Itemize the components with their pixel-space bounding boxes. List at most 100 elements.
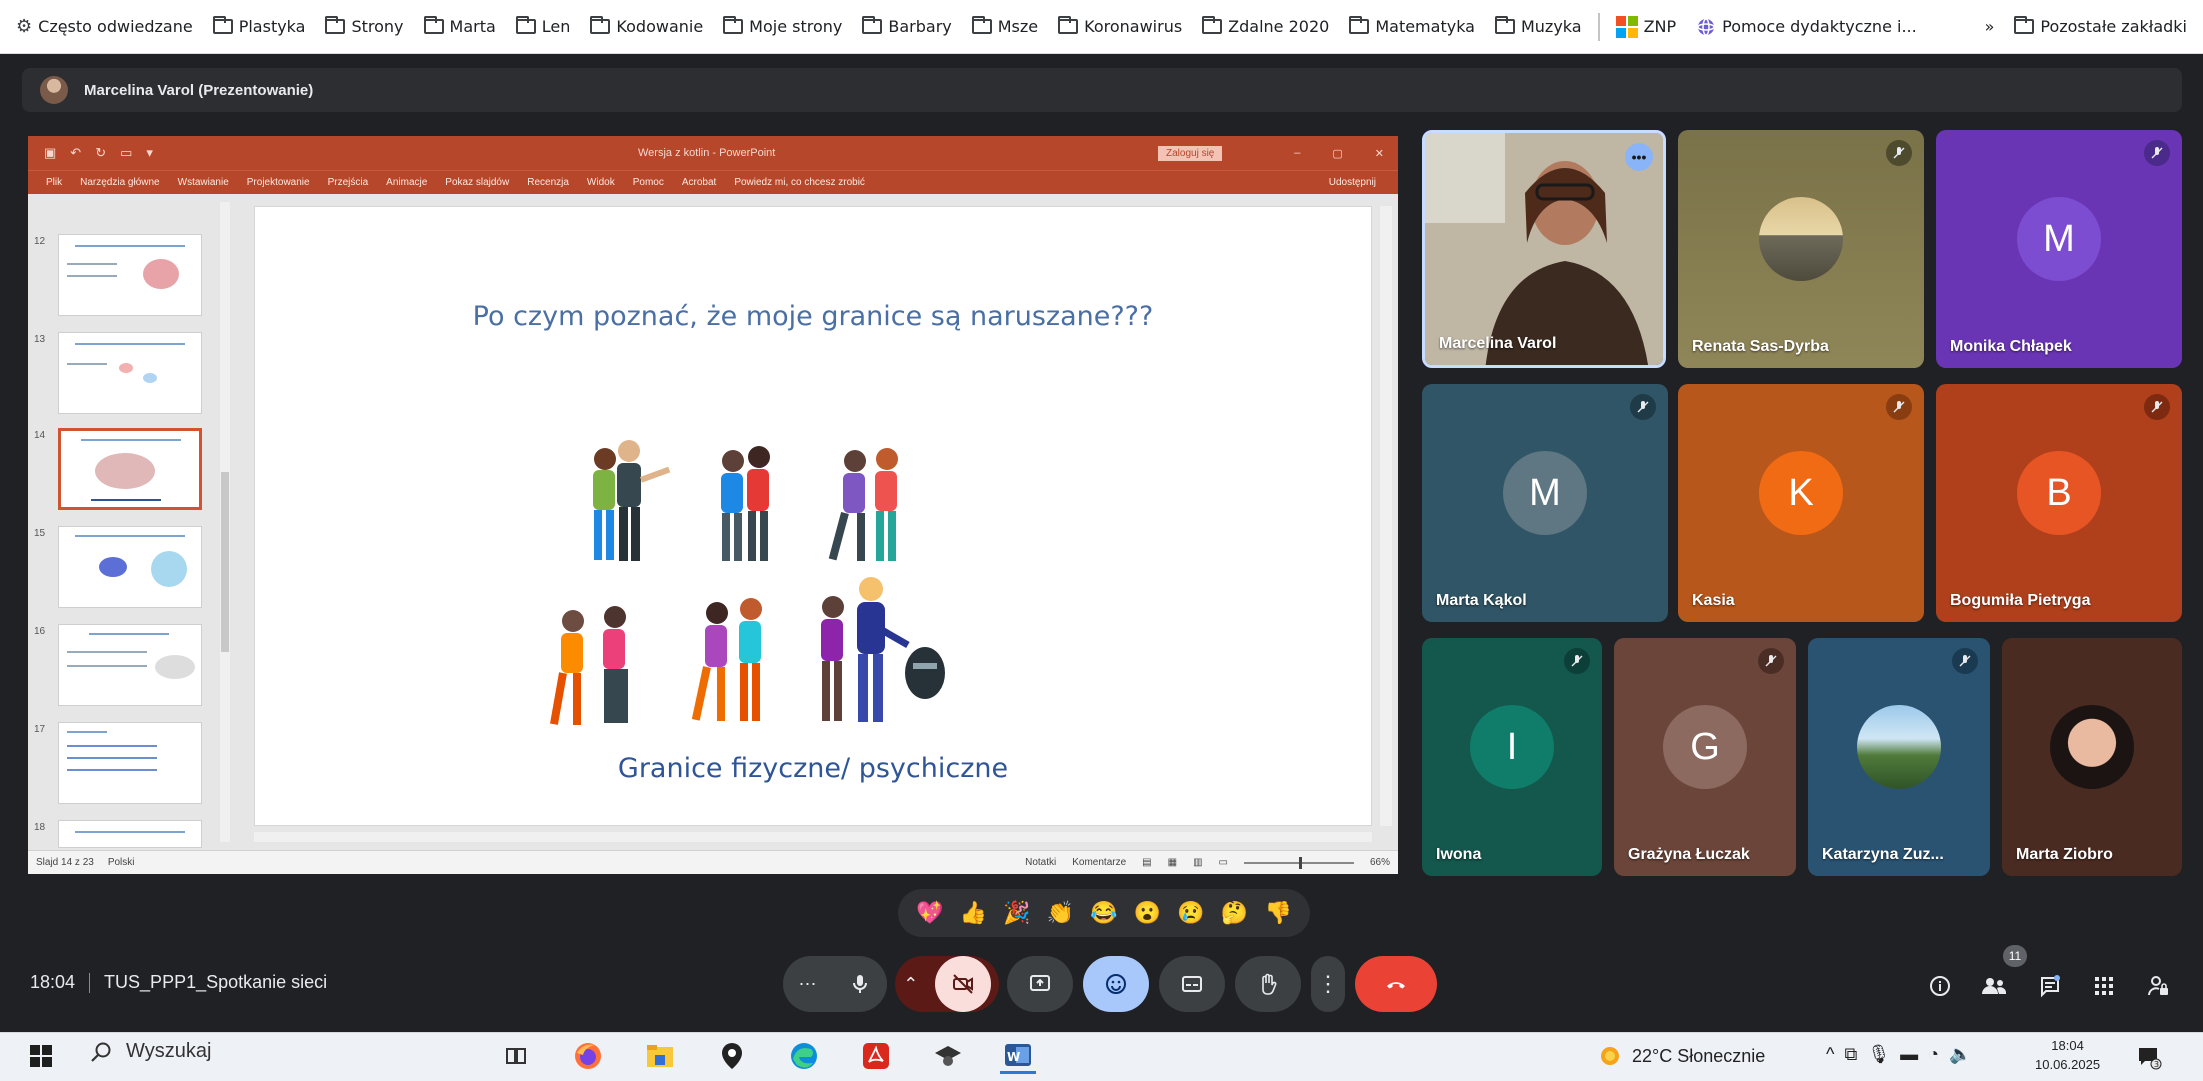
reaction-heart[interactable]: 💖 <box>916 900 943 926</box>
slide-thumbnail <box>58 820 202 848</box>
edge-icon[interactable] <box>786 1038 822 1074</box>
bookmark-moje-strony[interactable]: Moje strony <box>715 13 850 40</box>
avatar <box>1857 705 1941 789</box>
raise-hand-button[interactable] <box>1235 956 1301 1012</box>
display-icon[interactable]: ⧉ <box>1844 1044 1857 1065</box>
participant-tile[interactable]: M Marta Kąkol <box>1422 384 1668 622</box>
participant-tile[interactable]: M Monika Chłapek <box>1936 130 2182 368</box>
microphone-tray-icon[interactable]: 🎙 <box>1867 1044 1890 1065</box>
more-audio-options-icon[interactable]: ⋯ <box>799 974 817 995</box>
bookmark-koronawirus[interactable]: Koronawirus <box>1050 13 1190 40</box>
activities-button[interactable] <box>2088 970 2120 1002</box>
bookmark-kodowanie[interactable]: Kodowanie <box>582 13 711 40</box>
emoji-button[interactable] <box>1083 956 1149 1012</box>
more-options-icon[interactable]: ••• <box>1625 143 1653 171</box>
folder-icon <box>1349 16 1370 34</box>
figure-group <box>593 440 671 561</box>
reaction-party[interactable]: 🎉 <box>1003 900 1030 926</box>
mic-icon[interactable] <box>848 972 872 996</box>
reaction-thinking[interactable]: 🤔 <box>1221 900 1248 926</box>
emoji-icon <box>1106 974 1126 994</box>
bookmark-strony[interactable]: Strony <box>317 13 411 40</box>
participant-tile[interactable]: Katarzyna Zuz... <box>1808 638 1990 876</box>
clock-date: 10.06.2025 <box>2035 1057 2101 1072</box>
presenter-name: Marcelina Varol (Prezentowanie) <box>84 81 314 99</box>
reaction-clap[interactable]: 👏 <box>1047 900 1074 926</box>
participant-tile[interactable]: Marta Ziobro <box>2002 638 2182 876</box>
reaction-thumbs-up[interactable]: 👍 <box>960 900 987 926</box>
svg-text:3: 3 <box>2154 1060 2159 1069</box>
thumb-number: 13 <box>34 334 46 345</box>
bookmark-muzyka[interactable]: Muzyka <box>1487 13 1590 40</box>
slide-title: Po czym poznać, że moje granice są narus… <box>472 301 1154 332</box>
thumb-number: 16 <box>34 626 46 637</box>
people-icon <box>1982 978 2007 994</box>
volume-icon[interactable]: 🔈 <box>1949 1044 1971 1065</box>
ppt-doc-title: Wersja z kotlin - PowerPoint <box>638 147 776 159</box>
sorter-view-icon: ▦ <box>1167 857 1178 868</box>
captions-button[interactable] <box>1159 956 1225 1012</box>
acrobat-icon[interactable] <box>858 1038 894 1074</box>
file-explorer-icon[interactable] <box>642 1038 678 1074</box>
chat-button[interactable] <box>2034 970 2066 1002</box>
participant-tile[interactable]: I Iwona <box>1422 638 1602 876</box>
thumb-number: 14 <box>34 430 46 441</box>
bookmarks-bar: ⚙ Często odwiedzane Plastyka Strony Marta… <box>0 0 2203 54</box>
gear-icon: ⚙ <box>16 16 33 37</box>
meeting-details-button[interactable] <box>1924 970 1956 1002</box>
reaction-laugh[interactable]: 😂 <box>1090 900 1117 926</box>
maps-pin-icon[interactable] <box>714 1038 750 1074</box>
avatar: K <box>1759 451 1843 535</box>
battery-icon[interactable]: ▬ <box>1900 1044 1918 1065</box>
chevron-up-icon[interactable]: ⌃ <box>903 974 918 995</box>
bookmark-len[interactable]: Len <box>508 13 579 40</box>
participant-tile[interactable]: ••• Marcelina Varol <box>1422 130 1666 368</box>
present-button[interactable] <box>1007 956 1073 1012</box>
windows-start-icon[interactable] <box>30 1045 52 1067</box>
window-controls: – ▢ ✕ <box>1294 147 1384 160</box>
firefox-icon[interactable] <box>570 1038 606 1074</box>
figure-group <box>821 577 945 722</box>
bookmark-other[interactable]: Pozostałe zakładki <box>2006 13 2195 40</box>
notifications-button[interactable]: 3 <box>2136 1044 2162 1070</box>
close-icon: ✕ <box>1374 147 1384 160</box>
audio-control-group: ⋯ <box>783 956 887 1012</box>
reaction-thumbs-down[interactable]: 👎 <box>1264 900 1291 926</box>
participant-name: Renata Sas-Dyrba <box>1692 338 1829 355</box>
participant-tile[interactable]: G Grażyna Łuczak <box>1614 638 1796 876</box>
mic-off-icon <box>2144 394 2170 420</box>
camera-off-button[interactable] <box>934 956 991 1012</box>
wifi-icon[interactable]: ◔ <box>1928 1044 1939 1065</box>
chat-icon <box>2041 975 2060 998</box>
bookmark-zdalne-2020[interactable]: Zdalne 2020 <box>1194 13 1337 40</box>
participant-tile[interactable]: Renata Sas-Dyrba <box>1678 130 1924 368</box>
reaction-surprised[interactable]: 😮 <box>1134 900 1161 926</box>
folder-icon <box>723 16 744 34</box>
participant-tile[interactable]: K Kasia <box>1678 384 1924 622</box>
bookmark-matematyka[interactable]: Matematyka <box>1341 13 1483 40</box>
task-view-icon[interactable] <box>498 1038 534 1074</box>
bookmark-msze[interactable]: Msze <box>964 13 1046 40</box>
host-controls-button[interactable] <box>2142 970 2174 1002</box>
weather-widget[interactable]: 22°C Słonecznie <box>1598 1044 1765 1068</box>
people-button[interactable] <box>1978 970 2010 1002</box>
chevron-up-icon[interactable]: ^ <box>1826 1044 1834 1065</box>
taskbar-search[interactable]: Wyszukaj <box>90 1040 211 1063</box>
leave-call-button[interactable] <box>1355 956 1437 1012</box>
bookmark-marta[interactable]: Marta <box>416 13 504 40</box>
bookmark-czesto-odwiedzane[interactable]: ⚙ Często odwiedzane <box>8 12 201 41</box>
captions-icon <box>1182 976 1202 992</box>
reaction-sad[interactable]: 😢 <box>1177 900 1204 926</box>
bookmark-plastyka[interactable]: Plastyka <box>205 13 314 40</box>
folder-icon <box>515 16 536 34</box>
word-icon[interactable]: W <box>1000 1038 1036 1074</box>
bookmark-pomoce[interactable]: Pomoce dydaktyczne i... <box>1688 13 1925 41</box>
participant-tile[interactable]: B Bogumiła Pietryga <box>1936 384 2182 622</box>
more-options-button[interactable]: ⋮ <box>1311 956 1345 1012</box>
taskbar-clock[interactable]: 18:04 10.06.2025 <box>2035 1036 2100 1074</box>
webcam-app-icon[interactable] <box>930 1038 966 1074</box>
bookmarks-overflow-button[interactable]: » <box>1977 13 2003 40</box>
bookmark-znp[interactable]: ZNP <box>1608 12 1685 42</box>
bookmark-barbary[interactable]: Barbary <box>854 13 959 40</box>
people-illustration <box>550 440 945 725</box>
